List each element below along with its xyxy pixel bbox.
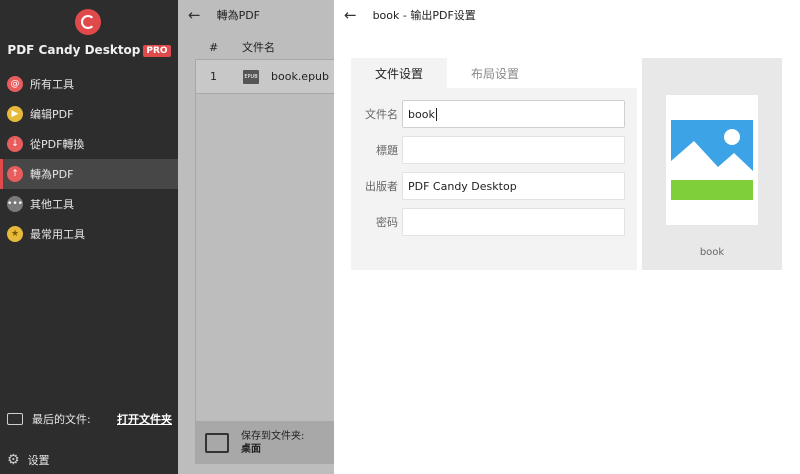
star-icon: ★: [7, 226, 23, 242]
sidebar-item-other-tools[interactable]: ••• 其他工具: [0, 189, 178, 219]
sidebar-item-edit-pdf[interactable]: ▶ 编辑PDF: [0, 99, 178, 129]
filename-field: 文件名 book: [351, 100, 637, 128]
title-label: 標題: [376, 144, 398, 157]
table-header: # 文件名: [195, 35, 335, 59]
more-icon: •••: [7, 196, 23, 212]
publisher-value: PDF Candy Desktop: [408, 179, 517, 193]
sidebar-item-label: 轉為PDF: [30, 168, 74, 181]
sidebar-item-label: 其他工具: [30, 198, 74, 211]
swirl-icon: @: [7, 76, 23, 92]
epub-file-icon: EPUB: [243, 69, 259, 84]
sidebar-item-label: 最常用工具: [30, 228, 85, 241]
table-body: [195, 94, 335, 439]
pdf-preview: book: [642, 58, 782, 270]
open-folder-link[interactable]: 打开文件夹: [117, 411, 172, 427]
sidebar-item-from-pdf[interactable]: ↓ 從PDF轉換: [0, 129, 178, 159]
brand-name: PDF Candy Desktop: [7, 43, 141, 57]
panel-title: 轉為PDF: [216, 9, 261, 22]
arrow-down-icon: ↓: [7, 136, 23, 152]
app-logo-icon: [75, 9, 101, 35]
tab-layout-settings[interactable]: 布局设置: [447, 58, 543, 88]
password-field: 密码: [351, 208, 637, 236]
preview-filename: book: [699, 247, 725, 258]
row-filename: book.epub: [271, 70, 330, 83]
pro-badge: PRO: [143, 45, 171, 57]
table-row[interactable]: 1 EPUB book.epub: [195, 59, 335, 94]
tab-file-settings[interactable]: 文件设置: [351, 58, 447, 88]
save-to-label: 保存到文件夹:: [241, 430, 305, 442]
password-label: 密码: [376, 216, 398, 229]
tab-strip-spacer: [543, 58, 637, 88]
title-field: 標題: [351, 136, 637, 164]
recent-files: 最后的文件: 打开文件夹: [7, 411, 172, 427]
output-settings-dialog: ← book - 输出PDF设置 文件设置 布局设置 文件名 book 標題 出…: [334, 0, 800, 474]
filename-label: 文件名: [365, 108, 398, 121]
arrow-up-icon: ↑: [7, 166, 23, 182]
save-location-bar[interactable]: 保存到文件夹: 桌面: [195, 421, 335, 464]
filename-input[interactable]: book: [402, 100, 625, 128]
publisher-input[interactable]: PDF Candy Desktop: [402, 172, 625, 200]
file-table: # 文件名 1 EPUB book.epub: [195, 35, 335, 439]
column-filename: 文件名: [242, 41, 275, 54]
gear-icon: ⚙: [7, 452, 20, 468]
title-input[interactable]: [402, 136, 625, 164]
password-input[interactable]: [402, 208, 625, 236]
back-arrow-icon[interactable]: ←: [344, 6, 357, 24]
sidebar-item-most-used[interactable]: ★ 最常用工具: [0, 219, 178, 249]
sidebar-item-all-tools[interactable]: @ 所有工具: [0, 69, 178, 99]
dialog-header: ← book - 输出PDF设置: [344, 6, 476, 24]
preview-page: [666, 95, 758, 225]
filename-value: book: [408, 107, 435, 121]
sidebar-item-label: 编辑PDF: [30, 108, 74, 121]
dialog-title: book - 输出PDF设置: [372, 9, 476, 22]
sidebar-item-to-pdf[interactable]: ↑ 轉為PDF: [0, 159, 178, 189]
publisher-field: 出版者 PDF Candy Desktop: [351, 172, 637, 200]
sidebar-nav: @ 所有工具 ▶ 编辑PDF ↓ 從PDF轉換 ↑ 轉為PDF ••• 其他工具…: [0, 69, 178, 249]
back-arrow-icon[interactable]: ←: [188, 6, 201, 24]
settings-tabs: 文件设置 布局设置: [351, 58, 543, 88]
panel-header: ← 轉為PDF: [188, 6, 260, 24]
brand: PDF Candy Desktop PRO: [0, 43, 178, 57]
settings-label: 设置: [27, 454, 50, 467]
text-caret: [435, 107, 437, 121]
sidebar: PDF Candy Desktop PRO @ 所有工具 ▶ 编辑PDF ↓ 從P…: [0, 0, 178, 474]
folder-icon: [7, 413, 23, 425]
folder-icon: [205, 432, 229, 453]
convert-panel: ← 轉為PDF # 文件名 1 EPUB book.epub 保存到文件夹: 桌…: [178, 0, 335, 474]
column-num: #: [209, 40, 219, 54]
settings-button[interactable]: ⚙ 设置: [7, 452, 50, 468]
settings-card: 文件设置 布局设置 文件名 book 標題 出版者 PDF Candy Desk…: [351, 58, 637, 270]
save-location: 保存到文件夹: 桌面: [241, 430, 304, 456]
publisher-label: 出版者: [365, 180, 398, 193]
row-num: 1: [210, 70, 217, 83]
save-folder-name: 桌面: [241, 443, 261, 455]
recent-label: 最后的文件:: [32, 413, 91, 426]
sidebar-item-label: 所有工具: [30, 78, 74, 91]
image-placeholder-icon: [671, 120, 753, 200]
sidebar-item-label: 從PDF轉換: [30, 138, 85, 151]
play-icon: ▶: [7, 106, 23, 122]
